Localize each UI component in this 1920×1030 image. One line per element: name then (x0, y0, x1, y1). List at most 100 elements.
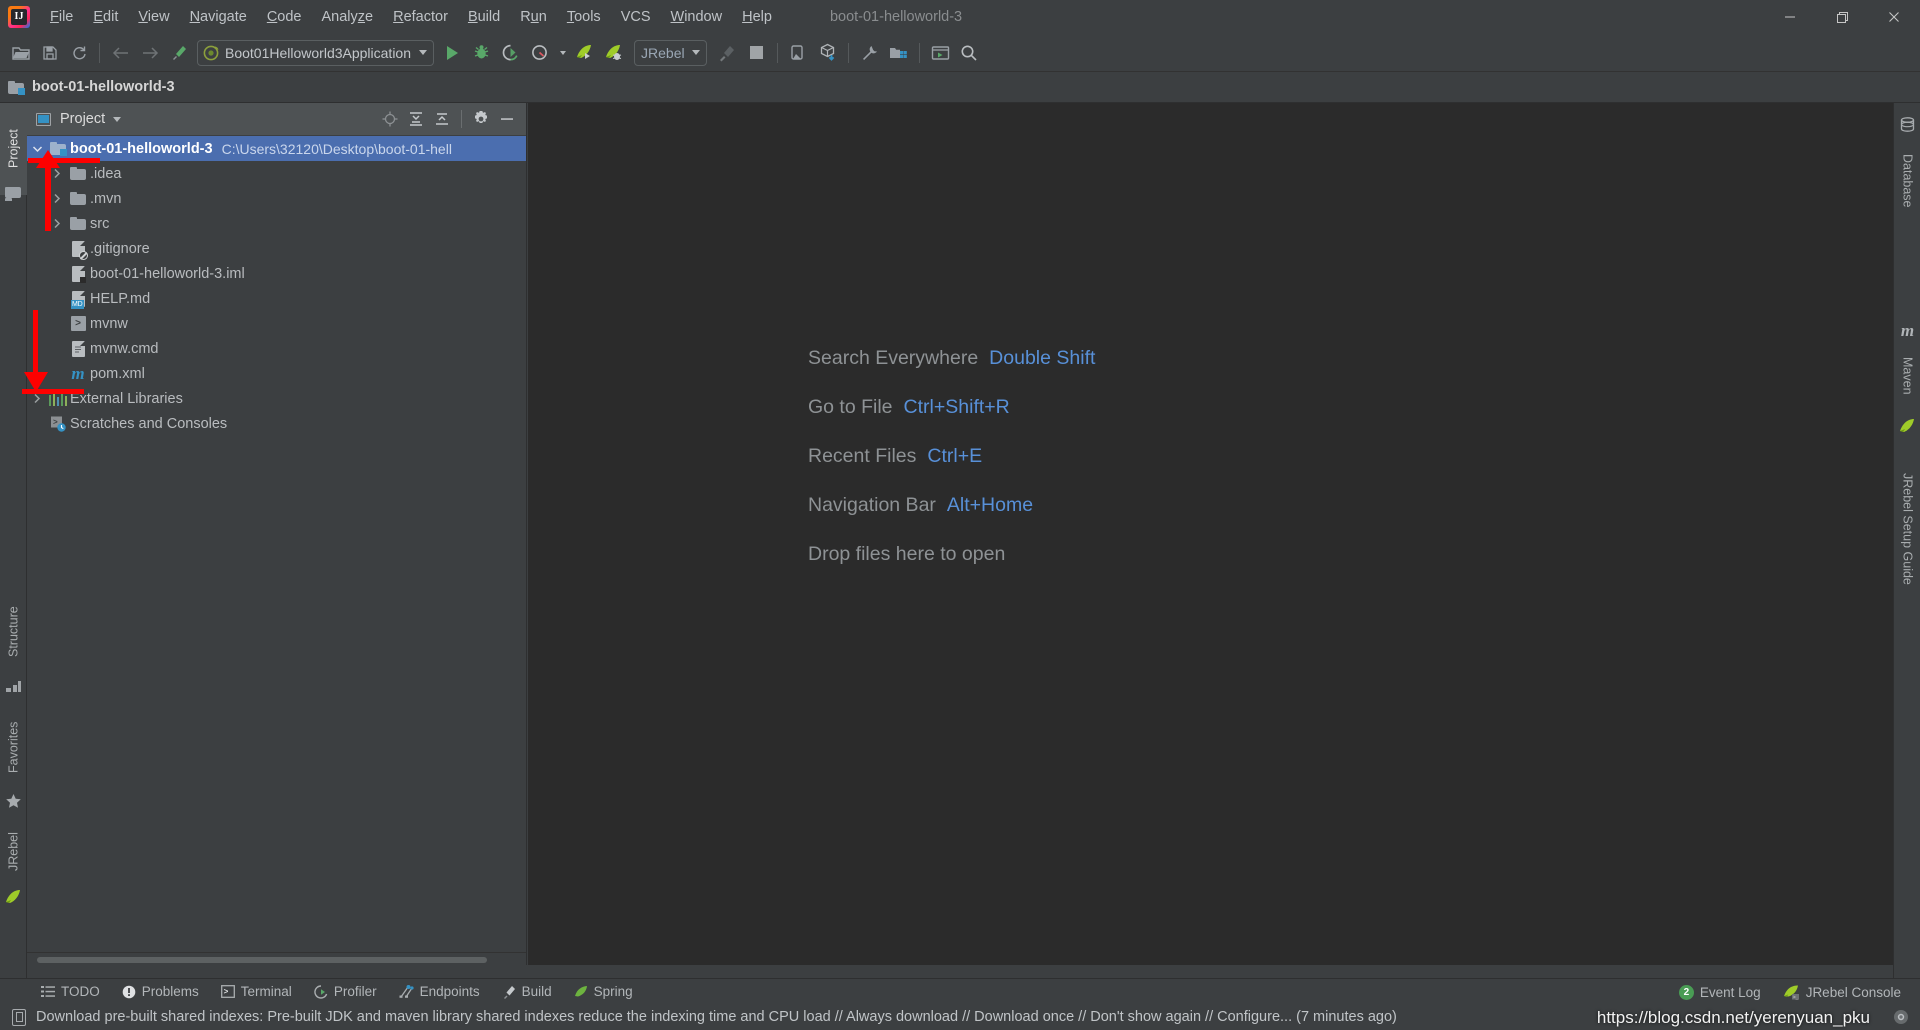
notification-icon[interactable] (12, 1008, 26, 1026)
tree-row-pom-xml[interactable]: m pom.xml (27, 361, 526, 386)
menu-file[interactable]: File (40, 0, 83, 34)
coverage-dropdown-icon[interactable] (560, 50, 567, 55)
profiler-icon (314, 984, 328, 999)
tree-row-src[interactable]: src (27, 211, 526, 236)
tree-row-help-md[interactable]: MD HELP.md (27, 286, 526, 311)
menu-run[interactable]: Run (510, 0, 557, 34)
project-tree-horizontal-scrollbar[interactable] (27, 952, 526, 965)
stop-button[interactable] (742, 38, 771, 67)
hide-icon[interactable] (494, 106, 520, 132)
bottom-item-spring[interactable]: Spring (563, 981, 644, 1003)
menu-help[interactable]: Help (732, 0, 782, 34)
tree-item-path: C:\Users\32120\Desktop\boot-01-hell (221, 140, 452, 157)
menu-analyze[interactable]: Analyze (312, 0, 384, 34)
bottom-item-problems[interactable]: Problems (111, 981, 210, 1003)
build-project-button[interactable] (713, 38, 742, 67)
chevron-down-icon[interactable] (113, 116, 122, 122)
structure-icon (6, 679, 21, 693)
tree-row-idea[interactable]: .idea (27, 161, 526, 186)
status-bar-message[interactable]: Download pre-built shared indexes: Pre-b… (36, 1009, 1397, 1025)
build-hammer-icon[interactable] (164, 38, 193, 67)
editor-empty-area[interactable]: Search Everywhere Double Shift Go to Fil… (528, 103, 1893, 965)
tree-item-label: mvnw (90, 315, 128, 332)
run-configuration-selector[interactable]: Boot01Helloworld3Application (197, 39, 435, 66)
header-separator (461, 110, 462, 128)
menu-navigate[interactable]: Navigate (180, 0, 257, 34)
svg-text:>: > (53, 418, 58, 427)
project-structure-button[interactable] (884, 38, 913, 67)
run-anything-button[interactable] (926, 38, 955, 67)
bottom-item-event-log[interactable]: 2 Event Log (1668, 981, 1772, 1003)
save-all-icon[interactable] (35, 38, 64, 67)
sidebar-item-jrebel-setup-guide[interactable]: JRebel Setup Guide (1894, 439, 1920, 619)
sidebar-item-project[interactable]: Project (0, 103, 27, 195)
menu-build[interactable]: Build (458, 0, 510, 34)
navigate-forward-icon[interactable] (135, 38, 164, 67)
search-everywhere-button[interactable] (955, 38, 984, 67)
menu-refactor[interactable]: Refactor (383, 0, 458, 34)
tree-item-label: pom.xml (90, 365, 145, 382)
spring-leaf-icon (574, 985, 588, 998)
device-manager-button[interactable] (784, 38, 813, 67)
debug-button[interactable] (467, 38, 496, 67)
iml-file-icon (67, 265, 89, 283)
bottom-item-jrebel-console[interactable]: >_ JRebel Console (1772, 981, 1912, 1003)
settings-gear-icon[interactable] (1890, 1006, 1912, 1028)
sidebar-item-structure[interactable]: Structure (0, 588, 27, 676)
sidebar-item-maven[interactable]: Maven (1894, 343, 1920, 409)
refresh-icon[interactable] (64, 38, 93, 67)
jrebel-mode-label: JRebel (641, 44, 685, 61)
breadcrumb[interactable]: boot-01-helloworld-3 (8, 79, 175, 95)
sidebar-item-label: Database (1900, 154, 1915, 208)
jrebel-mode-selector[interactable]: JRebel (634, 39, 707, 66)
jrebel-run-button[interactable] (570, 38, 599, 67)
tree-row-mvnw[interactable]: > mvnw (27, 311, 526, 336)
open-folder-icon[interactable] (6, 38, 35, 67)
bottom-item-profiler[interactable]: Profiler (303, 981, 388, 1003)
tree-row-mvn[interactable]: .mvn (27, 186, 526, 211)
wrench-settings-button[interactable] (855, 38, 884, 67)
window-controls (1764, 0, 1920, 34)
menu-window[interactable]: Window (661, 0, 733, 34)
bottom-item-todo[interactable]: TODO (30, 981, 111, 1003)
menu-edit[interactable]: Edit (83, 0, 128, 34)
close-button[interactable] (1868, 0, 1920, 34)
menu-tools[interactable]: Tools (557, 0, 611, 34)
gear-icon[interactable] (468, 106, 494, 132)
chevron-down-icon[interactable] (419, 50, 428, 55)
profiler-button[interactable] (525, 38, 554, 67)
chevron-down-icon[interactable] (691, 50, 700, 55)
maximize-restore-button[interactable] (1816, 0, 1868, 34)
sidebar-item-favorites[interactable]: Favorites (0, 703, 27, 791)
minimize-button[interactable] (1764, 0, 1816, 34)
menu-view[interactable]: View (128, 0, 179, 34)
tree-row-mvnw-cmd[interactable]: mvnw.cmd (27, 336, 526, 361)
sidebar-item-jrebel[interactable]: JRebel (0, 818, 27, 886)
project-tree[interactable]: boot-01-helloworld-3 C:\Users\32120\Desk… (27, 135, 526, 952)
terminal-icon: > (220, 985, 235, 998)
run-button[interactable] (438, 38, 467, 67)
tree-row-external-libraries[interactable]: External Libraries (27, 386, 526, 411)
chevron-right-icon[interactable] (27, 393, 47, 404)
collapse-all-icon[interactable] (429, 106, 455, 132)
tree-row-iml[interactable]: boot-01-helloworld-3.iml (27, 261, 526, 286)
sdk-download-button[interactable] (813, 38, 842, 67)
expand-all-icon[interactable] (403, 106, 429, 132)
tree-row-gitignore[interactable]: .gitignore (27, 236, 526, 261)
tip-label: Navigation Bar (808, 494, 936, 516)
run-with-coverage-button[interactable] (496, 38, 525, 67)
bottom-item-terminal[interactable]: > Terminal (210, 981, 303, 1003)
tree-row-root[interactable]: boot-01-helloworld-3 C:\Users\32120\Desk… (27, 136, 526, 161)
navigate-back-icon[interactable] (106, 38, 135, 67)
scroll-from-source-icon[interactable] (377, 106, 403, 132)
bottom-item-endpoints[interactable]: Endpoints (388, 981, 491, 1003)
bottom-item-build[interactable]: Build (491, 981, 563, 1003)
tree-item-label: External Libraries (70, 390, 183, 407)
navigation-bar: boot-01-helloworld-3 (0, 72, 1920, 103)
jrebel-debug-button[interactable] (599, 38, 628, 67)
menu-code[interactable]: Code (257, 0, 312, 34)
sidebar-item-database[interactable]: Database (1894, 137, 1920, 225)
menu-vcs[interactable]: VCS (611, 0, 661, 34)
tree-row-scratches-and-consoles[interactable]: > Scratches and Consoles (27, 411, 526, 436)
scrollbar-thumb[interactable] (37, 957, 487, 963)
